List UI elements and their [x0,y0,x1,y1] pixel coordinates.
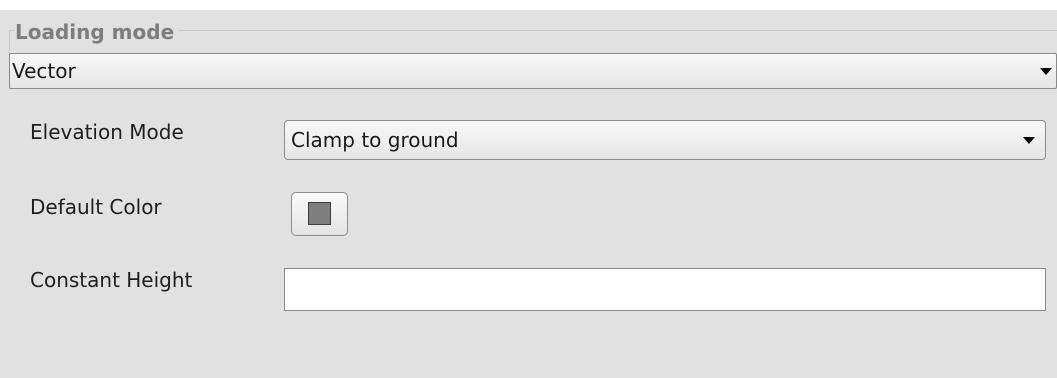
color-swatch [308,202,331,225]
loading-mode-dropdown[interactable]: Vector [9,53,1057,89]
elevation-mode-dropdown[interactable]: Clamp to ground [284,120,1046,160]
chevron-down-icon [1023,137,1035,144]
elevation-mode-label: Elevation Mode [30,120,184,144]
default-color-label: Default Color [30,195,162,219]
groupbox-border-left [9,30,10,54]
constant-height-input[interactable] [284,268,1046,311]
loading-mode-value: Vector [12,59,76,83]
elevation-mode-value: Clamp to ground [291,128,459,152]
loading-mode-title: Loading mode [15,20,179,44]
chevron-down-icon [1040,68,1052,75]
constant-height-label: Constant Height [30,268,193,292]
default-color-button[interactable] [291,192,348,236]
vector-settings-panel: Loading mode Vector Elevation Mode Clamp… [0,10,1057,378]
